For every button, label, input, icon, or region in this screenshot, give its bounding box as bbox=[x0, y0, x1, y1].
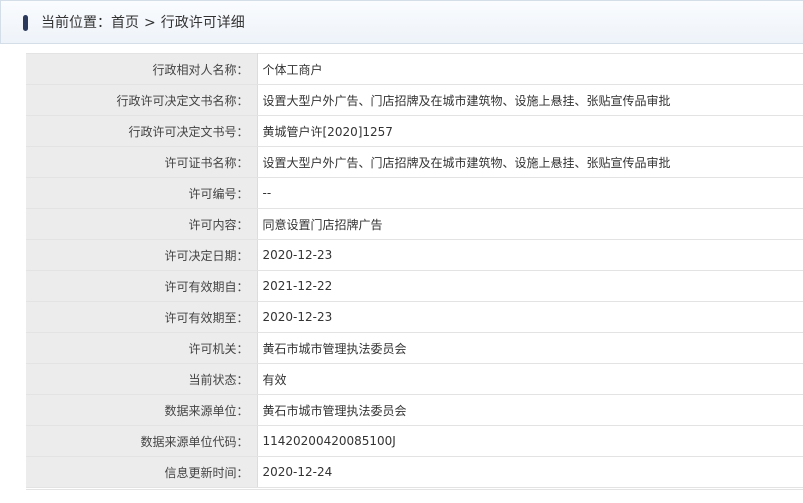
field-value: 同意设置门店招牌广告 bbox=[257, 208, 803, 240]
field-label: 行政相对人名称： bbox=[26, 53, 258, 85]
field-label: 数据来源单位代码： bbox=[26, 425, 258, 457]
table-row: 许可内容： 同意设置门店招牌广告 bbox=[26, 208, 803, 240]
field-label: 许可机关： bbox=[26, 332, 258, 364]
permit-detail-table: 行政相对人名称： 个体工商户 行政许可决定文书名称： 设置大型户外广告、门店招牌… bbox=[26, 53, 803, 488]
field-value: 2021-12-22 bbox=[257, 270, 803, 302]
table-row: 当前状态： 有效 bbox=[26, 363, 803, 395]
field-value: 2020-12-23 bbox=[257, 301, 803, 333]
field-value: 黄城管户许[2020]1257 bbox=[257, 115, 803, 147]
field-label: 行政许可决定文书号： bbox=[26, 115, 258, 147]
field-value: 11420200420085100J bbox=[257, 425, 803, 457]
location-header: 当前位置：首页 > 行政许可详细 bbox=[0, 0, 803, 44]
table-row: 许可有效期自： 2021-12-22 bbox=[26, 270, 803, 302]
field-value: 2020-12-23 bbox=[257, 239, 803, 271]
table-row: 许可证书名称： 设置大型户外广告、门店招牌及在城市建筑物、设施上悬挂、张贴宣传品… bbox=[26, 146, 803, 178]
breadcrumb: 当前位置：首页 > 行政许可详细 bbox=[41, 13, 245, 33]
table-row: 数据来源单位代码： 11420200420085100J bbox=[26, 425, 803, 457]
table-row: 行政许可决定文书号： 黄城管户许[2020]1257 bbox=[26, 115, 803, 147]
field-label: 数据来源单位： bbox=[26, 394, 258, 426]
table-row: 行政许可决定文书名称： 设置大型户外广告、门店招牌及在城市建筑物、设施上悬挂、张… bbox=[26, 84, 803, 116]
breadcrumb-prefix: 当前位置： bbox=[41, 15, 111, 31]
table-row: 许可编号： -- bbox=[26, 177, 803, 209]
table-row: 行政相对人名称： 个体工商户 bbox=[26, 53, 803, 85]
field-value: 个体工商户 bbox=[257, 53, 803, 85]
field-value: 黄石市城市管理执法委员会 bbox=[257, 394, 803, 426]
field-value: 黄石市城市管理执法委员会 bbox=[257, 332, 803, 364]
field-value: -- bbox=[257, 177, 803, 209]
field-value: 有效 bbox=[257, 363, 803, 395]
field-label: 许可有效期自： bbox=[26, 270, 258, 302]
field-label: 行政许可决定文书名称： bbox=[26, 84, 258, 116]
field-value: 设置大型户外广告、门店招牌及在城市建筑物、设施上悬挂、张贴宣传品审批 bbox=[257, 84, 803, 116]
field-label: 许可编号： bbox=[26, 177, 258, 209]
field-label: 许可内容： bbox=[26, 208, 258, 240]
field-label: 当前状态： bbox=[26, 363, 258, 395]
table-row: 许可机关： 黄石市城市管理执法委员会 bbox=[26, 332, 803, 364]
table-row: 信息更新时间： 2020-12-24 bbox=[26, 456, 803, 488]
title-marker bbox=[23, 15, 28, 31]
field-label: 信息更新时间： bbox=[26, 456, 258, 488]
field-label: 许可决定日期： bbox=[26, 239, 258, 271]
table-row: 许可有效期至： 2020-12-23 bbox=[26, 301, 803, 333]
breadcrumb-home-link[interactable]: 首页 bbox=[111, 13, 139, 33]
field-value: 设置大型户外广告、门店招牌及在城市建筑物、设施上悬挂、张贴宣传品审批 bbox=[257, 146, 803, 178]
breadcrumb-separator: > bbox=[144, 15, 156, 31]
field-label: 许可证书名称： bbox=[26, 146, 258, 178]
table-bottom-divider bbox=[26, 489, 803, 490]
table-row: 许可决定日期： 2020-12-23 bbox=[26, 239, 803, 271]
field-value: 2020-12-24 bbox=[257, 456, 803, 488]
breadcrumb-current: 行政许可详细 bbox=[160, 15, 245, 31]
table-row: 数据来源单位： 黄石市城市管理执法委员会 bbox=[26, 394, 803, 426]
field-label: 许可有效期至： bbox=[26, 301, 258, 333]
